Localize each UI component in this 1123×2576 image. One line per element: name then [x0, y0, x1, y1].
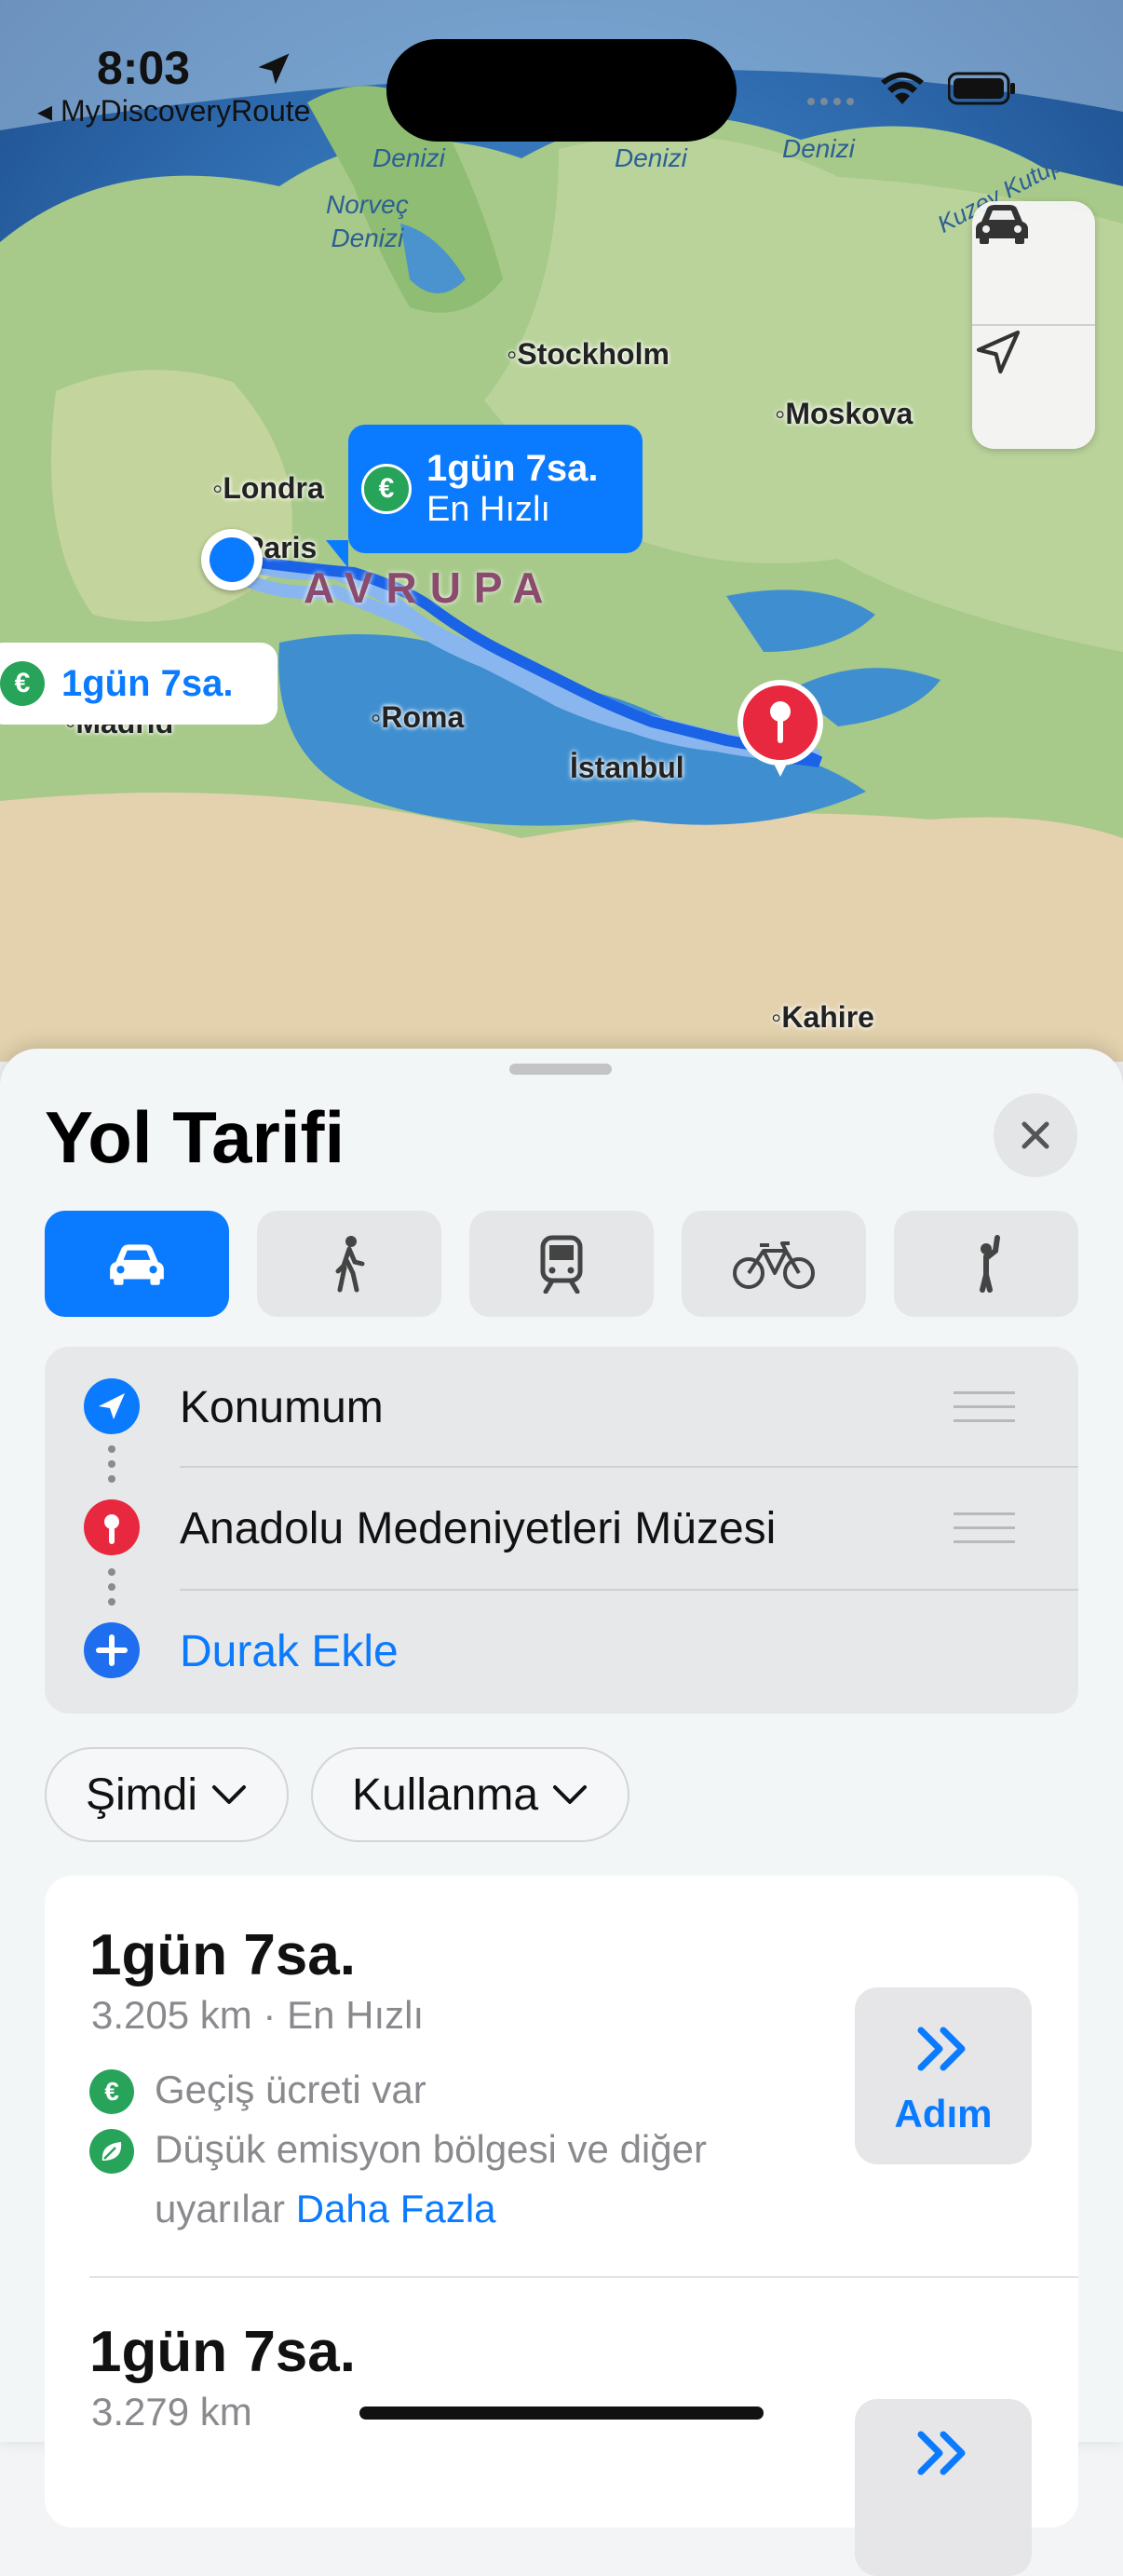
more-link[interactable]: Daha Fazla [296, 2187, 496, 2230]
chevron-double-right-icon [917, 2027, 966, 2071]
stops-card: Konumum Anadolu Medeniyetleri Müzesi Dur… [45, 1347, 1078, 1714]
toll-note: Geçiş ücreti var [155, 2068, 426, 2111]
route-time: 1gün 7sa. [89, 2320, 356, 2384]
route-option-1[interactable]: 1gün 7sa. 3.205 km · En Hızlı € Geçiş üc… [45, 1876, 1078, 2276]
stop-destination-label: Anadolu Medeniyetleri Müzesi [180, 1504, 777, 1553]
sea-label: Denizi [782, 134, 855, 163]
mode-walk-button[interactable] [257, 1211, 441, 1317]
avoid-filter-button[interactable]: Kullanma [311, 1747, 629, 1842]
chevron-double-right-icon [917, 2431, 966, 2475]
region-label: AVRUPA [304, 563, 557, 612]
route-bubble-tag: En Hızlı [426, 490, 551, 529]
chevron-down-icon [212, 1785, 247, 1804]
avoid-filter-label: Kullanma [351, 1769, 539, 1820]
steps-button[interactable] [855, 2399, 1032, 2576]
signal-icon [806, 97, 859, 106]
leaf-icon [89, 2129, 134, 2174]
route-detail: 3.279 km [91, 2390, 252, 2434]
steps-button[interactable]: Adım [855, 1987, 1032, 2164]
mode-bike-button[interactable] [682, 1211, 866, 1317]
city-istanbul: İstanbul [570, 751, 684, 784]
steps-button-label: Adım [894, 2092, 993, 2135]
sea-label: Denizi [372, 143, 445, 172]
home-indicator[interactable] [359, 2407, 764, 2420]
reorder-handle-icon[interactable] [954, 1512, 1015, 1554]
car-icon [976, 205, 1028, 244]
emission-note-more: uyarılar Daha Fazla [155, 2187, 496, 2230]
mode-ride-button[interactable] [894, 1211, 1078, 1317]
stop-origin-row[interactable]: Konumum [45, 1347, 1078, 1468]
sea-label: Denizi [615, 143, 687, 172]
route-bubble-alt[interactable]: € 1gün 7sa. [0, 643, 277, 725]
city-kahire: ◦Kahire [771, 1000, 874, 1034]
route-option-2[interactable]: 1gün 7sa. 3.279 km [45, 2278, 1078, 2576]
locate-me-button[interactable] [972, 326, 1095, 450]
plus-icon [84, 1622, 140, 1678]
current-location-dot[interactable] [201, 529, 263, 590]
driving-mode-map-button[interactable] [972, 201, 1095, 325]
toll-euro-icon: € [89, 2069, 134, 2114]
walking-icon [335, 1236, 365, 1293]
reorder-handle-icon[interactable] [954, 1391, 1015, 1433]
location-arrow-icon [84, 1378, 140, 1434]
chevron-down-icon [553, 1785, 588, 1804]
city-londra: ◦Londra [212, 471, 324, 505]
map-view[interactable]: 8:03 ◂ MyDiscoveryRoute Denizi Denizi De… [0, 0, 1123, 1062]
route-time: 1gün 7sa. [89, 1923, 356, 1987]
train-icon [540, 1235, 583, 1294]
route-results-card: 1gün 7sa. 3.205 km · En Hızlı € Geçiş üc… [45, 1876, 1078, 2576]
mode-transit-button[interactable] [469, 1211, 654, 1317]
map-controls [972, 201, 1095, 449]
route-bubble-alt-time: 1gün 7sa. [61, 662, 234, 704]
route-bubble-tail [326, 540, 348, 568]
route-detail: 3.205 km · En Hızlı [91, 1993, 425, 2037]
ride-hail-icon [980, 1235, 1000, 1293]
bicycle-icon [733, 1241, 815, 1289]
add-stop-row[interactable]: Durak Ekle [45, 1591, 1078, 1712]
pin-icon [84, 1499, 140, 1555]
stop-destination-row[interactable]: Anadolu Medeniyetleri Müzesi [45, 1468, 1078, 1589]
route-bubble-fastest[interactable]: € 1gün 7sa. En Hızlı [348, 425, 643, 553]
time-filter-label: Şimdi [85, 1769, 198, 1820]
back-to-app-link[interactable]: ◂ MyDiscoveryRoute [37, 93, 310, 129]
city-roma: ◦Roma [371, 700, 465, 734]
location-arrow-icon [976, 330, 1021, 374]
car-icon [110, 1244, 164, 1285]
dynamic-island [386, 39, 737, 142]
city-moskova: ◦Moskova [775, 397, 913, 430]
close-icon [1022, 1121, 1049, 1149]
mode-car-button[interactable] [45, 1211, 229, 1317]
toll-euro-icon: € [361, 464, 412, 514]
time-filter-button[interactable]: Şimdi [45, 1747, 289, 1842]
sheet-title: Yol Tarifi [45, 1096, 345, 1178]
emission-note: Düşük emisyon bölgesi ve diğer [155, 2127, 707, 2171]
add-stop-label: Durak Ekle [180, 1627, 399, 1676]
stop-origin-label: Konumum [180, 1383, 384, 1432]
close-button[interactable] [994, 1093, 1077, 1177]
sea-label-norvec: Norveç Denizi [326, 190, 409, 252]
city-stockholm: ◦Stockholm [507, 337, 670, 371]
sheet-grabber[interactable] [509, 1064, 612, 1075]
status-time: 8:03 [97, 42, 191, 94]
route-bubble-time: 1gün 7sa. [426, 448, 599, 489]
toll-euro-icon: € [0, 661, 45, 706]
back-app-label: MyDiscoveryRoute [60, 94, 311, 128]
